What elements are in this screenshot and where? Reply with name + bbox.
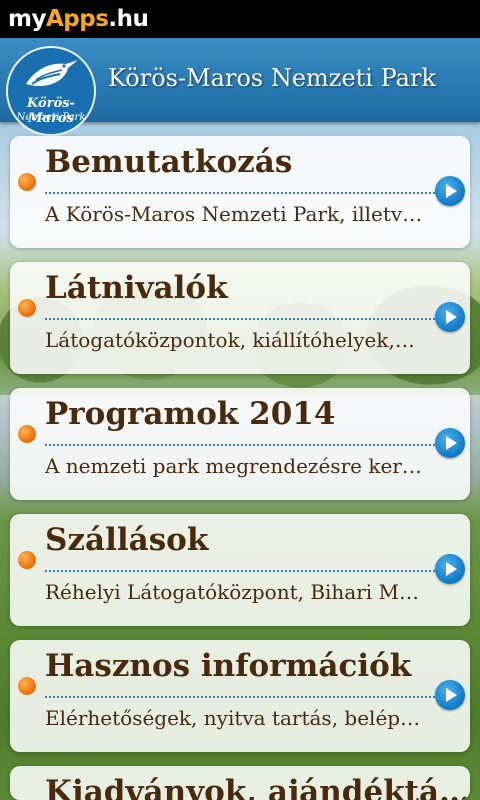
menu-item-description: A Körös-Maros Nemzeti Park, illetv… <box>45 202 423 226</box>
orange-bullet-icon <box>18 551 36 569</box>
menu-item-title: Szállások <box>45 522 209 558</box>
menu-item-programok[interactable]: Programok 2014 A nemzeti park megrendezé… <box>10 388 470 500</box>
menu-item-title: Látnivalók <box>45 270 228 306</box>
logo-text-line-2: Nemzeti Park <box>16 112 86 123</box>
app-header: Körös-Maros Nemzeti Park Körös-Maros Nem… <box>0 38 480 136</box>
play-arrow-icon[interactable] <box>435 176 465 206</box>
brand-part-3: .hu <box>108 6 149 32</box>
menu-item-title: Hasznos információk <box>45 648 412 684</box>
menu-item-bemutatkozas[interactable]: Bemutatkozás A Körös-Maros Nemzeti Park,… <box>10 136 470 248</box>
dotted-divider <box>45 696 435 698</box>
menu-item-kiadvanyok[interactable]: Kiadványok, ajándéktá… <box>10 766 470 800</box>
dotted-divider <box>45 318 435 320</box>
menu-item-title: Bemutatkozás <box>45 144 293 180</box>
menu-item-title: Programok 2014 <box>45 396 336 432</box>
play-arrow-icon[interactable] <box>435 302 465 332</box>
orange-bullet-icon <box>18 677 36 695</box>
menu-item-description: Látogatóközpontok, kiállítóhelyek,… <box>45 328 415 352</box>
menu-item-description: Réhelyi Látogatóközpont, Bihari M… <box>45 580 420 604</box>
play-arrow-icon[interactable] <box>435 428 465 458</box>
orange-bullet-icon <box>18 299 36 317</box>
menu-item-latnivalok[interactable]: Látnivalók Látogatóközpontok, kiállítóhe… <box>10 262 470 374</box>
orange-bullet-icon <box>18 425 36 443</box>
menu-item-description: Elérhetőségek, nyitva tartás, belép… <box>45 706 421 730</box>
menu-item-title: Kiadványok, ajándéktá… <box>45 774 470 800</box>
play-arrow-icon[interactable] <box>435 554 465 584</box>
brand-logo[interactable]: myApps.hu <box>8 6 149 32</box>
park-logo[interactable]: Körös-Maros Nemzeti Park <box>6 46 96 136</box>
orange-bullet-icon <box>18 173 36 191</box>
menu-item-hasznos-informaciok[interactable]: Hasznos információk Elérhetőségek, nyitv… <box>10 640 470 752</box>
dotted-divider <box>45 192 435 194</box>
menu-item-description: A nemzeti park megrendezésre ker… <box>45 454 422 478</box>
brand-part-2: Apps <box>45 6 109 32</box>
menu-item-szallasok[interactable]: Szállások Réhelyi Látogatóközpont, Bihar… <box>10 514 470 626</box>
page-title: Körös-Maros Nemzeti Park <box>108 64 436 92</box>
play-arrow-icon[interactable] <box>435 680 465 710</box>
brand-part-1: my <box>8 6 46 32</box>
kingfisher-bird-icon <box>26 60 78 86</box>
dotted-divider <box>45 570 435 572</box>
top-bar: myApps.hu <box>0 0 480 38</box>
dotted-divider <box>45 444 435 446</box>
